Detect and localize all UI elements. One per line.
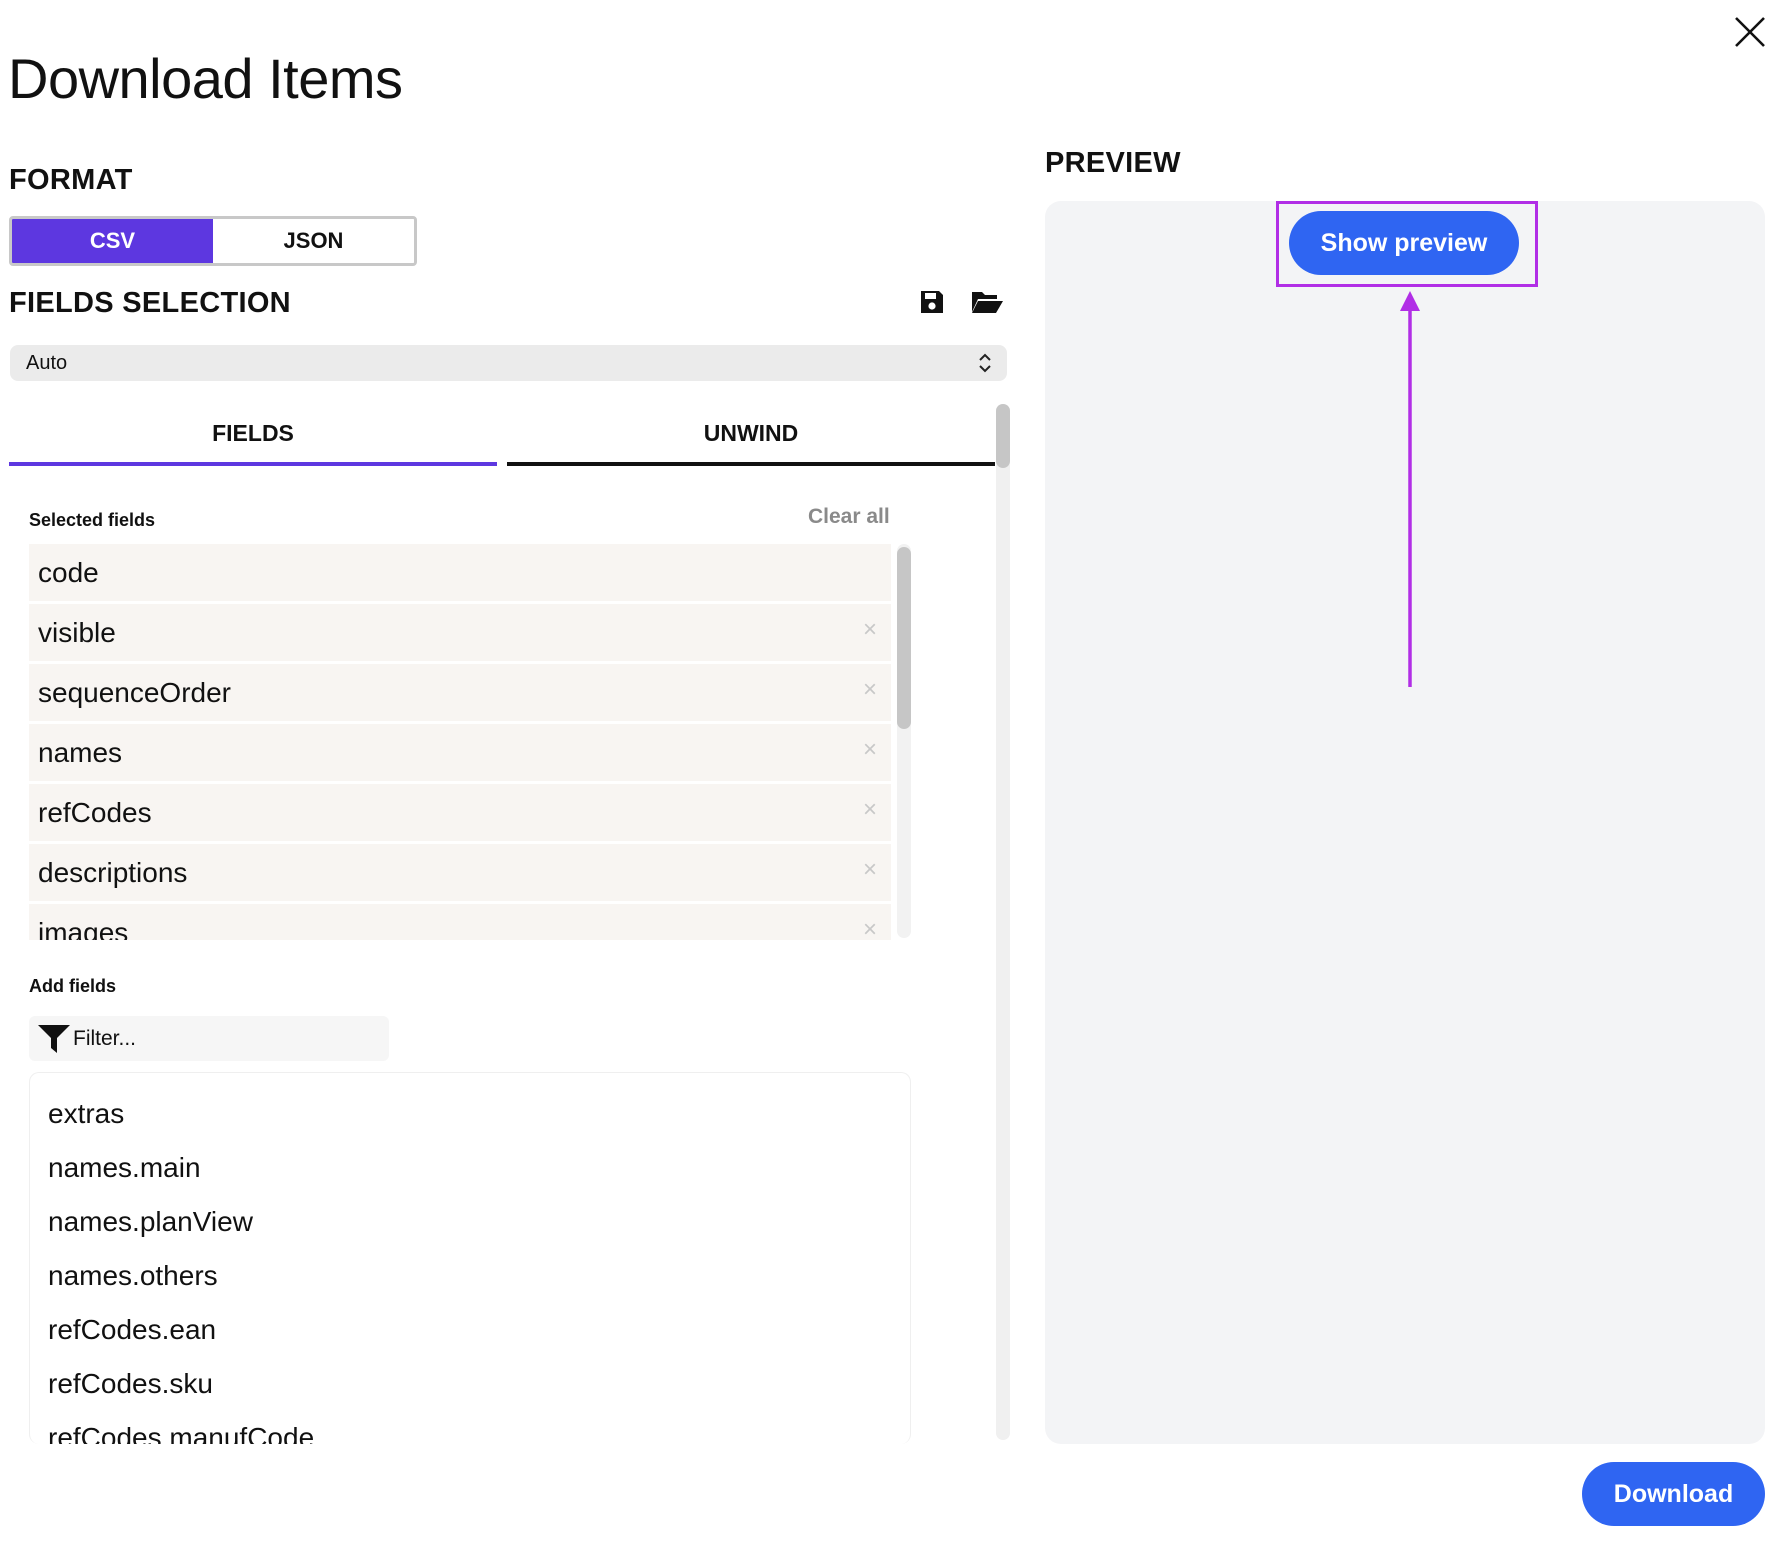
format-toggle: CSV JSON (9, 216, 417, 266)
download-items-dialog: Download Items FORMAT CSV JSON FIELDS SE… (0, 0, 1778, 1544)
save-icon (921, 291, 943, 313)
page-title: Download Items (8, 47, 403, 110)
save-preset-button[interactable] (918, 288, 946, 316)
folder-open-icon (972, 292, 1003, 313)
close-icon (1735, 17, 1765, 47)
left-panel-scrollbar-thumb[interactable] (996, 404, 1010, 468)
fields-selection-heading: FIELDS SELECTION (9, 287, 291, 319)
selected-field-name: sequenceOrder (38, 676, 232, 708)
selected-field-name: images (38, 916, 129, 941)
selected-field-item[interactable]: descriptions × (29, 844, 891, 901)
preview-heading: PREVIEW (1045, 147, 1181, 179)
show-preview-button[interactable]: Show preview (1289, 211, 1519, 275)
field-preset-value: Auto (26, 351, 68, 374)
selected-field-item[interactable]: names × (29, 724, 891, 781)
available-field-item[interactable]: extras (30, 1087, 910, 1141)
clear-all-button[interactable]: Clear all (808, 505, 890, 529)
remove-field-icon[interactable]: × (859, 918, 881, 941)
load-preset-button[interactable] (970, 288, 1004, 316)
selected-fields-scrollbar-thumb[interactable] (897, 547, 911, 729)
available-field-item[interactable]: names.planView (30, 1195, 910, 1249)
chevron-up-down-icon (979, 353, 991, 373)
download-button[interactable]: Download (1582, 1462, 1765, 1526)
selected-field-item[interactable]: refCodes × (29, 784, 891, 841)
format-heading: FORMAT (9, 164, 133, 196)
selected-field-item[interactable]: code (29, 544, 891, 601)
filter-input[interactable] (73, 1026, 373, 1051)
remove-field-icon[interactable]: × (859, 678, 881, 702)
add-fields-label: Add fields (29, 976, 117, 996)
selected-field-item[interactable]: sequenceOrder × (29, 664, 891, 721)
remove-field-icon[interactable]: × (859, 858, 881, 882)
selected-field-name: visible (38, 616, 116, 648)
preview-panel (1045, 201, 1765, 1444)
available-field-item[interactable]: names.main (30, 1141, 910, 1195)
selected-field-item[interactable]: images × (29, 904, 891, 940)
available-fields-list: extras names.main names.planView names.o… (29, 1072, 911, 1444)
remove-field-icon[interactable]: × (859, 798, 881, 822)
selected-field-name: names (38, 736, 123, 768)
selected-field-name: descriptions (38, 856, 188, 888)
filter-field (29, 1016, 389, 1061)
remove-field-icon[interactable]: × (859, 618, 881, 642)
selected-field-name: refCodes (38, 796, 152, 828)
available-field-item[interactable]: refCodes.sku (30, 1357, 910, 1411)
format-option-csv[interactable]: CSV (12, 219, 213, 263)
selected-field-item[interactable]: visible × (29, 604, 891, 661)
remove-field-icon[interactable]: × (859, 738, 881, 762)
close-button[interactable] (1728, 10, 1772, 54)
available-field-item[interactable]: refCodes.ean (30, 1303, 910, 1357)
tab-fields[interactable]: FIELDS (9, 404, 497, 466)
tab-unwind[interactable]: UNWIND (507, 404, 995, 466)
format-option-json[interactable]: JSON (213, 219, 414, 263)
field-preset-select[interactable]: Auto (10, 345, 1007, 381)
left-panel-scrollbar-track[interactable] (996, 404, 1010, 1440)
selected-fields-label: Selected fields (29, 510, 156, 530)
available-field-item[interactable]: refCodes.manufCode (30, 1411, 910, 1444)
filter-funnel-icon (38, 1024, 70, 1053)
selected-field-name: code (38, 556, 99, 588)
available-field-item[interactable]: names.others (30, 1249, 910, 1303)
selected-fields-list: code visible × sequenceOrder × names × r… (29, 544, 891, 940)
